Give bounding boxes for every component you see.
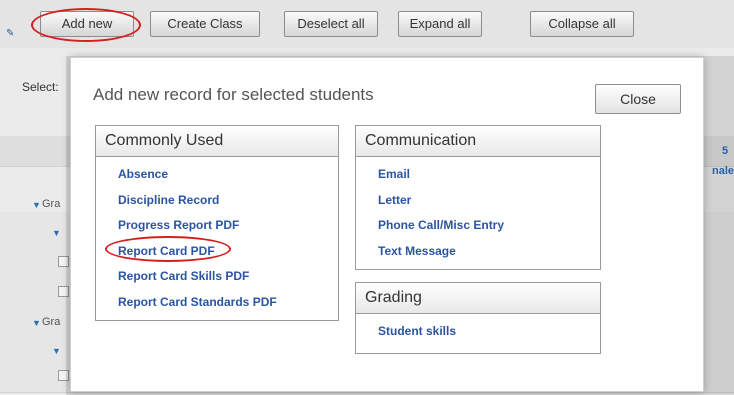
menu-link-report-card-standards-pdf[interactable]: Report Card Standards PDF	[118, 294, 338, 320]
communication-panel: Communication Email Letter Phone Call/Mi…	[355, 125, 601, 270]
menu-link-letter[interactable]: Letter	[378, 192, 600, 218]
panel-heading: Commonly Used	[96, 126, 338, 157]
menu-link-text-message[interactable]: Text Message	[378, 243, 600, 269]
create-class-button[interactable]: Create Class	[150, 11, 260, 37]
commonly-used-panel: Commonly Used Absence Discipline Record …	[95, 125, 339, 321]
menu-link-email[interactable]: Email	[378, 166, 600, 192]
report-card-highlight-circle	[105, 236, 231, 262]
deselect-all-button[interactable]: Deselect all	[284, 11, 378, 37]
select-label: Select:	[22, 80, 59, 94]
group-label: Gra	[42, 198, 61, 210]
menu-link-phone-call[interactable]: Phone Call/Misc Entry	[378, 217, 600, 243]
panel-heading: Grading	[356, 283, 600, 314]
pencil-icon: ✎	[6, 28, 15, 39]
close-button[interactable]: Close	[595, 84, 681, 114]
menu-link-discipline-record[interactable]: Discipline Record	[118, 192, 338, 218]
group-expand-icon[interactable]: ▼	[32, 318, 41, 328]
grading-panel: Grading Student skills	[355, 282, 601, 354]
expand-all-button[interactable]: Expand all	[398, 11, 482, 37]
group-label: Gra	[42, 316, 61, 328]
add-new-highlight-circle	[31, 8, 141, 42]
subgroup-expand-icon[interactable]: ▼	[52, 228, 61, 238]
menu-link-report-card-skills-pdf[interactable]: Report Card Skills PDF	[118, 268, 338, 294]
group-expand-icon[interactable]: ▼	[32, 200, 41, 210]
collapse-all-button[interactable]: Collapse all	[530, 11, 634, 37]
menu-link-absence[interactable]: Absence	[118, 166, 338, 192]
subgroup-expand-icon[interactable]: ▼	[52, 346, 61, 356]
menu-link-student-skills[interactable]: Student skills	[378, 323, 600, 349]
dialog-title: Add new record for selected students	[93, 85, 374, 104]
add-record-dialog: Add new record for selected students Clo…	[70, 57, 704, 392]
panel-heading: Communication	[356, 126, 600, 157]
